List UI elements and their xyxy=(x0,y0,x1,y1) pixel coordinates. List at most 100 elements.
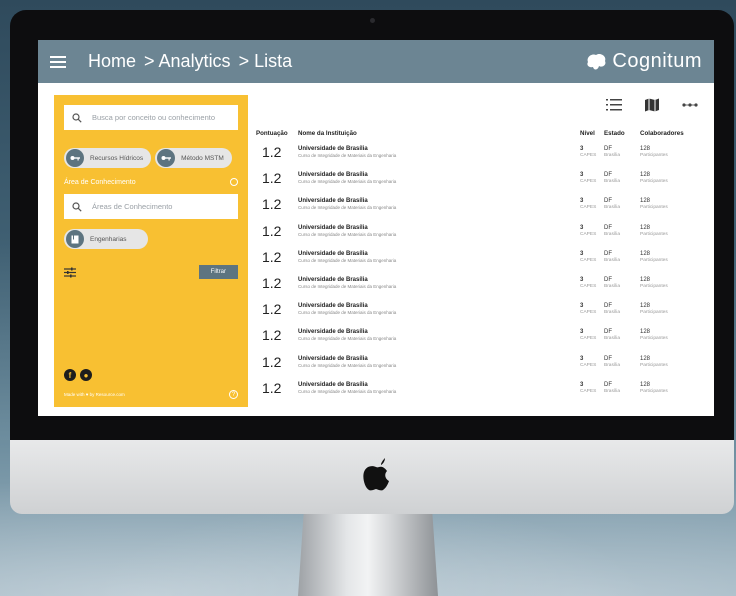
institution-name[interactable]: Universidade de Brasília xyxy=(298,303,580,309)
state-city: Brasília xyxy=(604,336,620,342)
level-label: CAPES xyxy=(580,388,597,394)
collab-label: Participantes xyxy=(640,231,668,237)
results-table: Pontuação Nome da Instituição Nível Esta… xyxy=(256,127,704,401)
more-icon[interactable] xyxy=(682,98,698,112)
area-search-input[interactable]: Áreas de Conhecimento xyxy=(64,194,238,219)
chip-label: Recursos Hídricos xyxy=(90,154,144,162)
header-nivel[interactable]: Nível xyxy=(580,130,604,137)
book-icon xyxy=(66,230,84,248)
state-city: Brasília xyxy=(604,231,620,237)
state-value: DF xyxy=(604,329,612,336)
level-value: 3 xyxy=(580,146,584,153)
crumb-home[interactable]: Home xyxy=(88,51,136,72)
collab-label: Participantes xyxy=(640,310,668,316)
chip-engenharias[interactable]: Engenharias xyxy=(64,229,148,249)
row-institution: Universidade de Brasília Curso de Integr… xyxy=(298,356,580,368)
row-state: DF Brasília xyxy=(604,146,640,158)
row-collaborators: 128 Participantes xyxy=(640,172,704,184)
list-view-icon[interactable] xyxy=(606,98,622,112)
header-pontuacao[interactable]: Pontuação xyxy=(256,130,298,137)
help-icon[interactable]: ? xyxy=(229,390,238,399)
collab-label: Participantes xyxy=(640,153,668,159)
map-view-icon[interactable] xyxy=(644,98,660,112)
row-score: 1.2 xyxy=(262,379,282,396)
sliders-icon[interactable] xyxy=(64,267,76,278)
state-value: DF xyxy=(604,172,612,179)
row-level: 3 CAPES xyxy=(580,356,604,368)
state-city: Brasília xyxy=(604,284,620,290)
level-value: 3 xyxy=(580,277,584,284)
institution-name[interactable]: Universidade de Brasília xyxy=(298,225,580,231)
table-row[interactable]: 1.2 Universidade de Brasília Curso de In… xyxy=(256,191,704,217)
state-city: Brasília xyxy=(604,362,620,368)
key-icon xyxy=(157,149,176,167)
institution-name[interactable]: Universidade de Brasília xyxy=(298,172,580,178)
level-label: CAPES xyxy=(580,231,597,237)
institution-name[interactable]: Universidade de Brasília xyxy=(298,198,580,204)
row-score: 1.2 xyxy=(262,275,282,292)
collab-value: 128 xyxy=(640,146,651,153)
chip-metodo-mstm[interactable]: Método MSTM xyxy=(155,148,232,168)
row-institution: Universidade de Brasília Curso de Integr… xyxy=(298,146,580,158)
state-city: Brasília xyxy=(604,205,620,211)
table-row[interactable]: 1.2 Universidade de Brasília Curso de In… xyxy=(256,296,704,322)
header-instituicao[interactable]: Nome da Instituição xyxy=(298,130,580,137)
state-city: Brasília xyxy=(604,310,620,316)
chip-recursos-hidricos[interactable]: Recursos Hídricos xyxy=(64,148,152,168)
row-collaborators: 128 Participantes xyxy=(640,251,704,263)
filter-button[interactable]: Filtrar xyxy=(198,265,238,279)
info-icon[interactable] xyxy=(230,178,238,186)
level-value: 3 xyxy=(580,329,584,336)
collab-value: 128 xyxy=(640,355,651,362)
apple-logo-icon xyxy=(363,458,389,491)
row-state: DF Brasília xyxy=(604,329,640,341)
table-row[interactable]: 1.2 Universidade de Brasília Curso de In… xyxy=(256,349,704,375)
state-value: DF xyxy=(604,277,612,284)
collab-value: 128 xyxy=(640,198,651,205)
facebook-icon[interactable]: f xyxy=(64,369,76,381)
collab-label: Participantes xyxy=(640,388,668,394)
state-value: DF xyxy=(604,250,612,257)
filter-row: Filtrar xyxy=(64,265,238,279)
area-search-placeholder: Áreas de Conhecimento xyxy=(92,202,173,211)
row-institution: Universidade de Brasília Curso de Integr… xyxy=(298,277,580,289)
institution-name[interactable]: Universidade de Brasília xyxy=(298,356,580,362)
row-collaborators: 128 Participantes xyxy=(640,329,704,341)
row-score: 1.2 xyxy=(262,353,282,370)
concept-search-input[interactable]: Busca por conceito ou conhecimento xyxy=(64,105,238,130)
search-icon xyxy=(72,112,82,123)
collab-label: Participantes xyxy=(640,179,668,185)
concept-chips: Recursos Hídricos Método MSTM xyxy=(64,148,238,168)
institution-name[interactable]: Universidade de Brasília xyxy=(298,329,580,335)
table-row[interactable]: 1.2 Universidade de Brasília Curso de In… xyxy=(256,270,704,296)
table-row[interactable]: 1.2 Universidade de Brasília Curso de In… xyxy=(256,244,704,270)
hamburger-icon[interactable] xyxy=(50,55,66,68)
filter-sidebar: Busca por conceito ou conhecimento Recur… xyxy=(54,95,248,407)
row-institution: Universidade de Brasília Curso de Integr… xyxy=(298,225,580,237)
level-value: 3 xyxy=(580,303,584,310)
row-score: 1.2 xyxy=(262,248,282,265)
table-row[interactable]: 1.2 Universidade de Brasília Curso de In… xyxy=(256,165,704,191)
header-colaboradores[interactable]: Colaboradores xyxy=(640,130,704,137)
top-bar: Home > Analytics > Lista Cognitum xyxy=(38,40,714,83)
institution-name[interactable]: Universidade de Brasília xyxy=(298,382,580,388)
header-estado[interactable]: Estado xyxy=(604,130,640,137)
table-row[interactable]: 1.2 Universidade de Brasília Curso de In… xyxy=(256,218,704,244)
table-row[interactable]: 1.2 Universidade de Brasília Curso de In… xyxy=(256,139,704,165)
state-value: DF xyxy=(604,224,612,231)
brand-logo[interactable]: Cognitum xyxy=(584,50,702,73)
collab-value: 128 xyxy=(640,172,651,179)
institution-name[interactable]: Universidade de Brasília xyxy=(298,251,580,257)
collab-label: Participantes xyxy=(640,336,668,342)
institution-name[interactable]: Universidade de Brasília xyxy=(298,277,580,283)
imac-chin xyxy=(10,440,734,514)
github-icon[interactable]: ● xyxy=(80,369,92,381)
row-level: 3 CAPES xyxy=(580,198,604,210)
table-row[interactable]: 1.2 Universidade de Brasília Curso de In… xyxy=(256,375,704,401)
crumb-analytics[interactable]: > Analytics xyxy=(144,51,231,72)
institution-name[interactable]: Universidade de Brasília xyxy=(298,146,580,152)
table-row[interactable]: 1.2 Universidade de Brasília Curso de In… xyxy=(256,322,704,348)
breadcrumb: Home > Analytics > Lista xyxy=(88,51,292,72)
state-city: Brasília xyxy=(604,388,620,394)
row-level: 3 CAPES xyxy=(580,225,604,237)
